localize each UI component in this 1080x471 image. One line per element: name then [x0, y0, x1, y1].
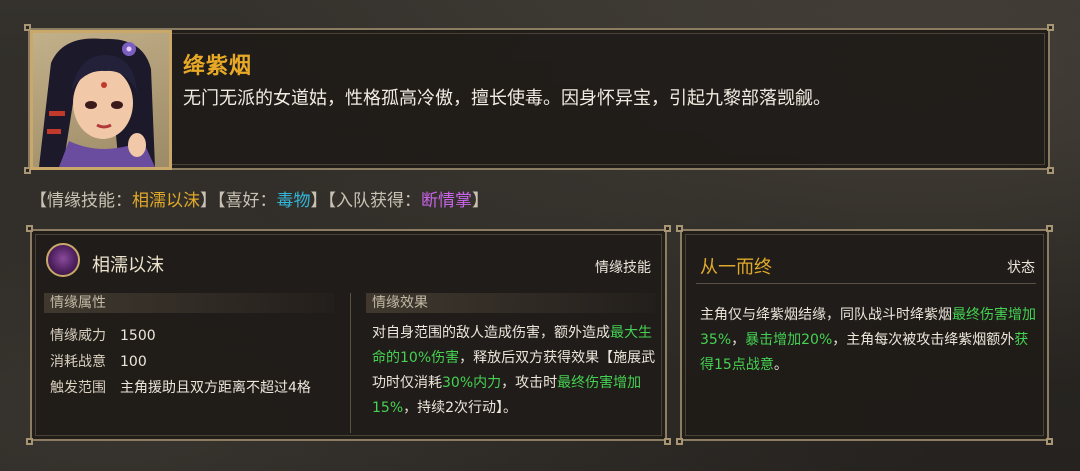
status-description: 主角仅与绛紫烟结缘，同队战斗时绛紫烟最终伤害增加35%，暴击增加20%，主角每次… [700, 303, 1038, 378]
affinity-tags-row: 【情缘技能：相濡以沫】【喜好：毒物】【入队获得：断情掌】 [30, 186, 489, 211]
attribute-value: 1500 [120, 328, 156, 344]
character-name: 绛紫烟 [183, 54, 253, 79]
effect-description: 对自身范围的敌人造成伤害，额外造成最大生命的10%伤害，释放后双方获得效果【施展… [372, 321, 656, 421]
attribute-key: 触发范围 [50, 380, 106, 396]
effect-text-part: 对自身范围的敌人造成伤害，额外造成 [372, 325, 610, 341]
column-divider [350, 293, 351, 433]
character-portrait [30, 30, 172, 170]
tag-bracket: 】 [472, 191, 489, 211]
attribute-row-cost: 消耗战意 100 [50, 351, 147, 371]
attributes-header: 情缘属性 [44, 293, 334, 313]
tag-bracket: 】【喜好： [200, 191, 277, 211]
tag-bracket: 【情缘技能： [30, 191, 132, 211]
skill-type-label: 情缘技能 [595, 260, 651, 276]
attribute-value: 100 [120, 354, 147, 370]
join-reward-link[interactable]: 断情掌 [421, 191, 472, 211]
attribute-key: 消耗战意 [50, 354, 106, 370]
status-text-part: 。 [773, 357, 788, 373]
status-highlight: 暴击增加20% [745, 332, 833, 348]
hobby-link[interactable]: 毒物 [277, 191, 311, 211]
skill-icon [46, 243, 80, 277]
attribute-value: 主角援助且双方距离不超过4格 [120, 380, 311, 396]
character-description: 无门无派的女道姑，性格孤高冷傲，擅长使毒。因身怀异宝，引起九黎部落觊觎。 [183, 88, 831, 109]
tag-bracket: 】【入队获得： [310, 191, 422, 211]
affinity-skill-link[interactable]: 相濡以沫 [132, 191, 200, 211]
attribute-key: 情缘威力 [50, 328, 106, 344]
skill-title: 相濡以沫 [92, 255, 164, 276]
status-divider [696, 283, 1036, 284]
effect-highlight: 30%内力 [442, 375, 502, 391]
attribute-row-range: 触发范围 主角援助且双方距离不超过4格 [50, 377, 311, 397]
attribute-row-power: 情缘威力 1500 [50, 325, 156, 345]
status-panel: 从一而终 状态 主角仅与绛紫烟结缘，同队战斗时绛紫烟最终伤害增加35%，暴击增加… [676, 225, 1053, 445]
effect-text-part: ，持续2次行动】。 [403, 400, 518, 416]
status-title: 从一而终 [700, 257, 772, 278]
effect-text-part: ，攻击时 [501, 375, 558, 391]
status-type-label: 状态 [1007, 260, 1035, 276]
status-text-part: 主角仅与绛紫烟结缘，同队战斗时绛紫烟 [700, 307, 952, 323]
effect-header: 情缘效果 [366, 293, 656, 313]
affinity-skill-panel: 相濡以沫 情缘技能 情缘属性 情缘威力 1500 消耗战意 100 触发范围 主角援助… [26, 225, 671, 445]
status-text-part: ，主角每次被攻击绛紫烟额外 [832, 332, 1015, 348]
status-text-part: ， [731, 332, 746, 348]
